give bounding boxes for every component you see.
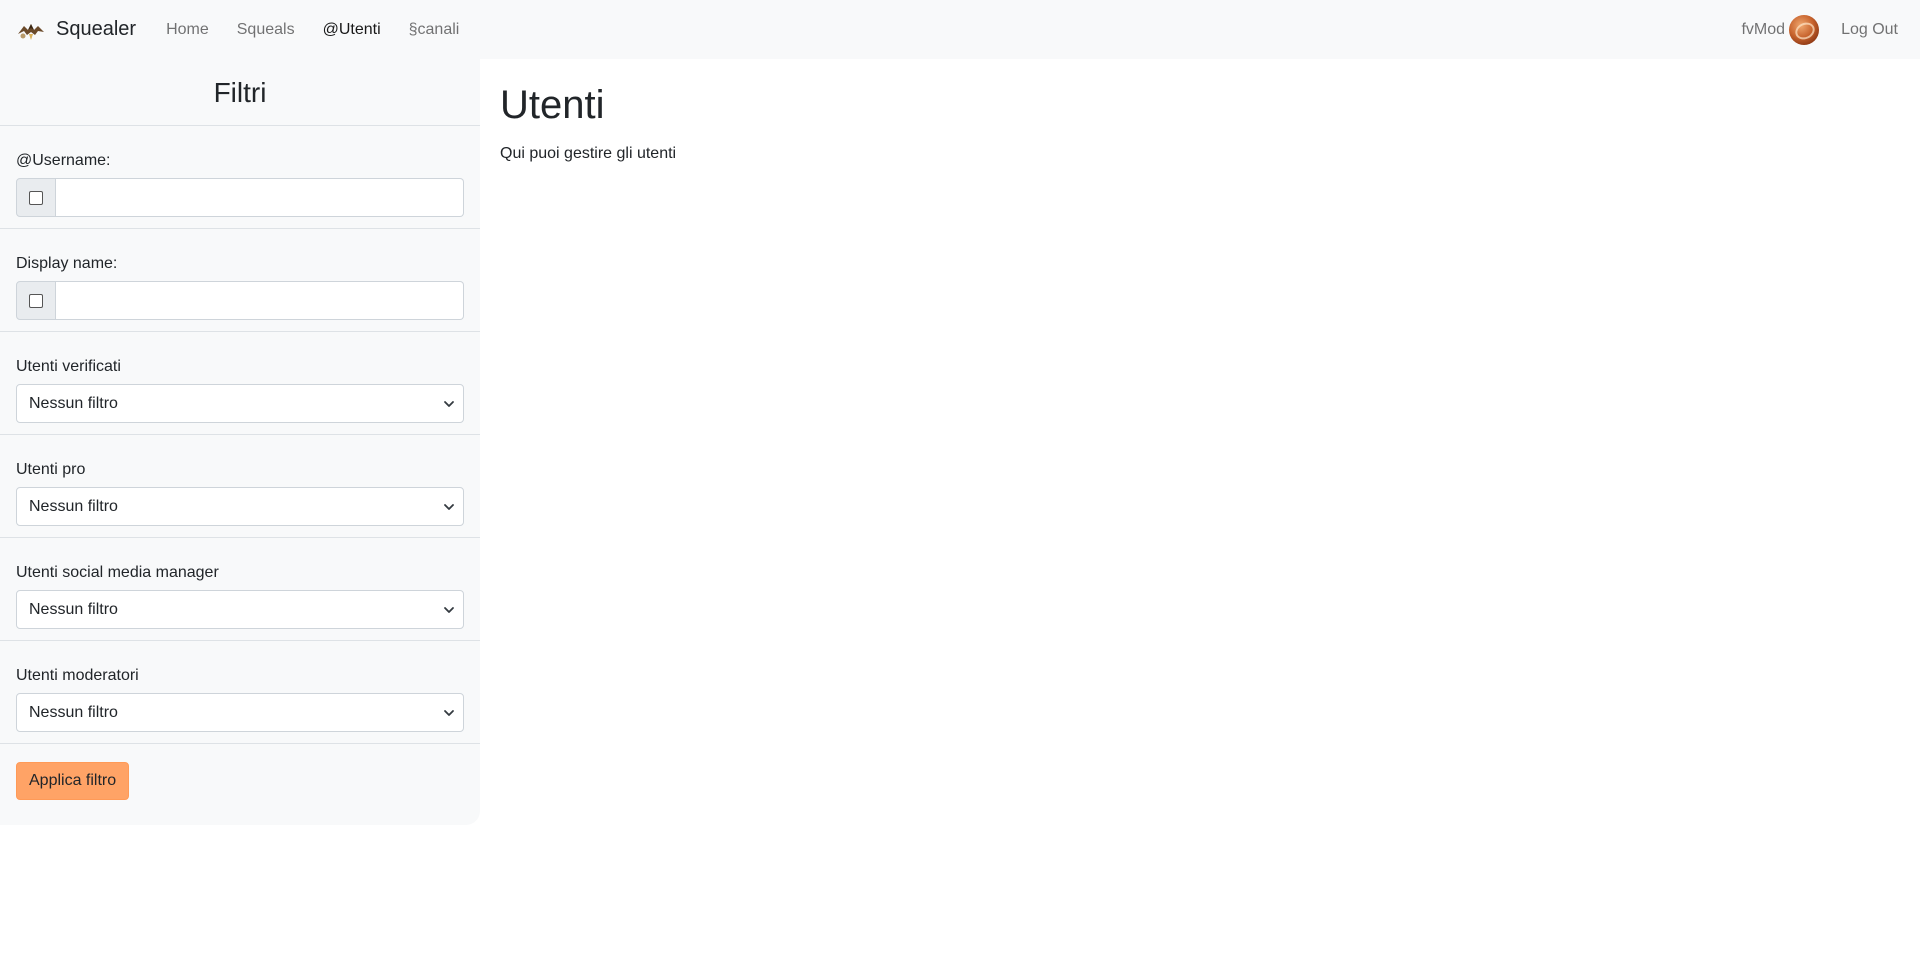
smm-selected-value: Nessun filtro [29,600,118,618]
nav-link-home[interactable]: Home [152,13,223,47]
display-name-filter-label: Display name: [16,255,118,272]
nav-right: fvMod Log Out [1741,14,1904,45]
filter-display-name: Display name: [0,229,480,332]
filter-moderators: Utenti moderatori Nessun filtro [0,641,480,744]
chevron-down-icon [444,607,454,613]
smm-select[interactable]: Nessun filtro [16,590,464,629]
username-checkbox-addon [16,178,56,217]
sidebar-title: Filtri [0,59,480,126]
chevron-down-icon [444,504,454,510]
brand-link[interactable]: Squealer [16,18,136,42]
verified-select[interactable]: Nessun filtro [16,384,464,423]
logout-button[interactable]: Log Out [1841,21,1898,39]
page-subtitle: Qui puoi gestire gli utenti [500,145,677,162]
avatar [1789,14,1820,45]
moderators-selected-value: Nessun filtro [29,703,118,721]
username-filter-label: @Username: [16,152,111,169]
pro-selected-value: Nessun filtro [29,497,118,515]
filter-pro: Utenti pro Nessun filtro [0,435,480,538]
verified-filter-label: Utenti verificati [16,358,121,375]
page-title: Utenti [500,83,605,127]
display-name-checkbox-addon [16,281,56,320]
filter-username: @Username: [0,126,480,229]
moderators-filter-label: Utenti moderatori [16,667,139,684]
display-name-input-group [16,281,464,320]
nav-links: Home Squeals @Utenti §canali [152,13,473,47]
chevron-down-icon [444,401,454,407]
nav-link-utenti[interactable]: @Utenti [309,13,395,47]
chevron-down-icon [444,710,454,716]
filter-verified: Utenti verificati Nessun filtro [0,332,480,435]
username-input-group [16,178,464,217]
username-label: fvMod [1741,20,1786,38]
main-content: Utenti Qui puoi gestire gli utenti [480,59,696,825]
pro-select[interactable]: Nessun filtro [16,487,464,526]
apply-block: Applica filtro [0,744,480,818]
smm-filter-label: Utenti social media manager [16,564,219,581]
page-layout: Filtri @Username: Display name: Utenti v… [0,59,1920,825]
brand-name: Squealer [56,18,137,40]
verified-selected-value: Nessun filtro [29,394,118,412]
filter-sidebar: Filtri @Username: Display name: Utenti v… [0,59,480,825]
user-profile-link[interactable]: fvMod [1741,14,1820,45]
username-input[interactable] [56,178,464,217]
nav-link-canali[interactable]: §canali [395,13,474,47]
moderators-select[interactable]: Nessun filtro [16,693,464,732]
pro-filter-label: Utenti pro [16,461,86,478]
eagle-logo-icon [18,23,44,40]
username-filter-checkbox[interactable] [29,190,43,205]
display-name-filter-checkbox[interactable] [29,293,43,308]
nav-link-squeals[interactable]: Squeals [223,13,309,47]
display-name-input[interactable] [56,281,464,320]
apply-filter-button[interactable]: Applica filtro [16,762,130,800]
top-navbar: Squealer Home Squeals @Utenti §canali fv… [0,0,1920,59]
filter-smm: Utenti social media manager Nessun filtr… [0,538,480,641]
